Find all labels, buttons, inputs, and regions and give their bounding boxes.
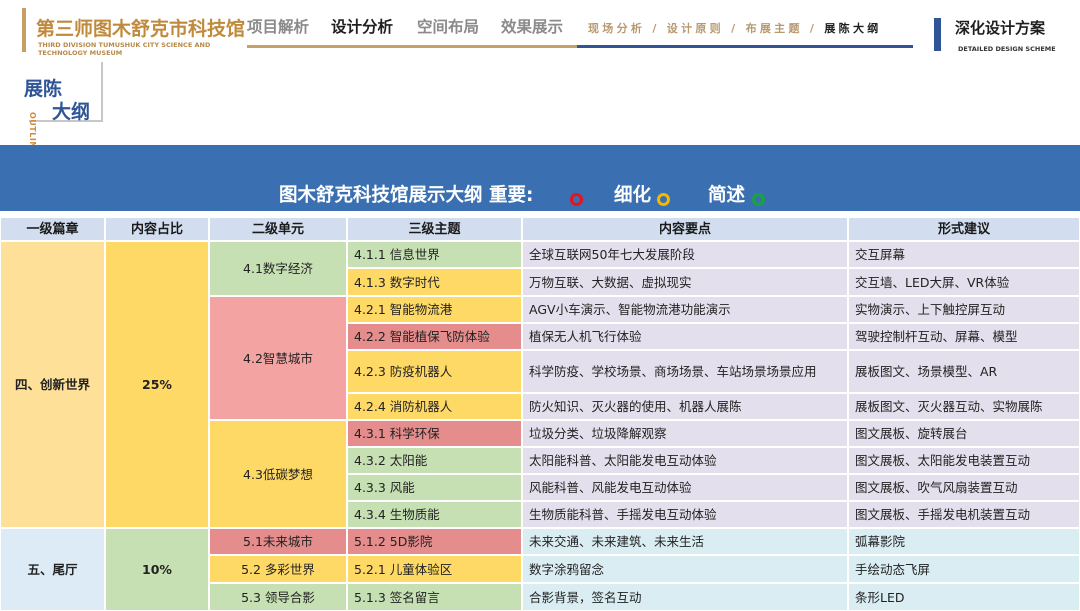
form-cell: 图文展板、旋转展台 [848, 420, 1080, 447]
nav-underline-gold [247, 45, 577, 48]
points-cell: 未来交通、未来建筑、未来生活 [522, 528, 848, 555]
theme-cell: 4.3.1 科学环保 [347, 420, 522, 447]
brand-title: 第三师图木舒克市科技馆 [36, 18, 246, 40]
points-cell: 生物质能科普、手摇发电互动体验 [522, 501, 848, 528]
points-cell: 植保无人机飞行体验 [522, 323, 848, 350]
form-cell: 图文展板、吹气风扇装置互动 [848, 474, 1080, 501]
points-cell: 数字涂鸦留念 [522, 555, 848, 583]
breadcrumb-item-theme[interactable]: 布展主题 [746, 22, 803, 35]
theme-cell: 4.2.1 智能物流港 [347, 296, 522, 323]
chapter-4-cell: 四、创新世界 [0, 241, 105, 528]
brand-subtitle: THIRD DIVISION TUMUSHUK CITY SCIENCE AND… [38, 41, 211, 57]
detail-legend-dot [657, 193, 670, 206]
unit-4-3: 4.3低碳梦想 [209, 420, 347, 528]
form-cell: 手绘动态飞屏 [848, 555, 1080, 583]
top-header: 第三师图木舒克市科技馆 THIRD DIVISION TUMUSHUK CITY… [0, 0, 1080, 62]
unit-5-1: 5.1未来城市 [209, 528, 347, 555]
form-cell: 展板图文、场景模型、AR [848, 350, 1080, 393]
form-cell: 图文展板、太阳能发电装置互动 [848, 447, 1080, 474]
points-cell: 全球互联网50年七大发展阶段 [522, 241, 848, 268]
nav-item-effect-display[interactable]: 效果展示 [501, 15, 563, 37]
col-header-ratio: 内容占比 [105, 217, 209, 241]
unit-5-3: 5.3 领导合影 [209, 583, 347, 611]
theme-cell: 4.2.3 防疫机器人 [347, 350, 522, 393]
breadcrumb-item-principles[interactable]: 设计原则 [667, 22, 724, 35]
brand-accent-bar [22, 8, 26, 52]
detail-legend-label: 细化 [614, 185, 652, 206]
col-header-form: 形式建议 [848, 217, 1080, 241]
unit-5-2: 5.2 多彩世界 [209, 555, 347, 583]
theme-cell: 5.2.1 儿童体验区 [347, 555, 522, 583]
form-cell: 条形LED [848, 583, 1080, 611]
theme-cell: 4.2.4 消防机器人 [347, 393, 522, 420]
brief-legend-dot [752, 193, 765, 206]
breadcrumb-item-site[interactable]: 现场分析 [588, 22, 645, 35]
theme-cell: 5.1.2 5D影院 [347, 528, 522, 555]
form-cell: 实物演示、上下触控屏互动 [848, 296, 1080, 323]
points-cell: 合影背景，签名互动 [522, 583, 848, 611]
unit-4-2: 4.2智慧城市 [209, 296, 347, 420]
theme-cell: 4.2.2 智能植保飞防体验 [347, 323, 522, 350]
scheme-title: 深化设计方案 [955, 19, 1046, 37]
scheme-accent-bar [934, 18, 941, 51]
col-header-chapter: 一级篇章 [0, 217, 105, 241]
table-title: 图木舒克科技馆展示大纲 重要: [279, 185, 534, 206]
theme-cell: 4.3.2 太阳能 [347, 447, 522, 474]
points-cell: 垃圾分类、垃圾降解观察 [522, 420, 848, 447]
points-cell: 防火知识、灭火器的使用、机器人展陈 [522, 393, 848, 420]
chapter-5-ratio: 10% [105, 528, 209, 611]
col-header-points: 内容要点 [522, 217, 848, 241]
theme-cell: 4.1.3 数字时代 [347, 268, 522, 296]
points-cell: AGV小车演示、智能物流港功能演示 [522, 296, 848, 323]
theme-cell: 4.1.1 信息世界 [347, 241, 522, 268]
form-cell: 交互墙、LED大屏、VR体验 [848, 268, 1080, 296]
points-cell: 风能科普、风能发电互动体验 [522, 474, 848, 501]
scheme-subtitle: DETAILED DESIGN SCHEME [958, 45, 1056, 53]
points-cell: 科学防疫、学校场景、商场场景、车站场景场景应用 [522, 350, 848, 393]
form-cell: 驾驶控制杆互动、屏幕、模型 [848, 323, 1080, 350]
outline-title-line2: 大纲 [52, 101, 91, 123]
nav-item-project-analysis[interactable]: 项目解析 [247, 15, 309, 37]
table-title-banner: 图木舒克科技馆展示大纲 重要: 细化 简述 [0, 145, 1080, 213]
breadcrumb: 现场分析 / 设计原则 / 布展主题 / 展陈大纲 [588, 22, 882, 35]
theme-cell: 4.3.4 生物质能 [347, 501, 522, 528]
nav-item-space-layout[interactable]: 空间布局 [417, 15, 479, 37]
breadcrumb-item-current: 展陈大纲 [824, 22, 882, 35]
points-cell: 万物互联、大数据、虚拟现实 [522, 268, 848, 296]
nav-underline-blue [577, 45, 913, 48]
form-cell: 展板图文、灭火器互动、实物展陈 [848, 393, 1080, 420]
form-cell: 弧幕影院 [848, 528, 1080, 555]
brief-legend-label: 简述 [708, 185, 746, 206]
form-cell: 交互屏幕 [848, 241, 1080, 268]
col-header-unit: 二级单元 [209, 217, 347, 241]
chapter-4-ratio: 25% [105, 241, 209, 528]
form-cell: 图文展板、手摇发电机装置互动 [848, 501, 1080, 528]
chapter-5-cell: 五、尾厅 [0, 528, 105, 611]
nav-item-design-analysis[interactable]: 设计分析 [331, 15, 393, 37]
col-header-theme: 三级主题 [347, 217, 522, 241]
theme-cell: 4.3.3 风能 [347, 474, 522, 501]
theme-cell: 5.1.3 签名留言 [347, 583, 522, 611]
unit-4-1: 4.1数字经济 [209, 241, 347, 296]
important-legend-dot [570, 193, 583, 206]
points-cell: 太阳能科普、太阳能发电互动体验 [522, 447, 848, 474]
